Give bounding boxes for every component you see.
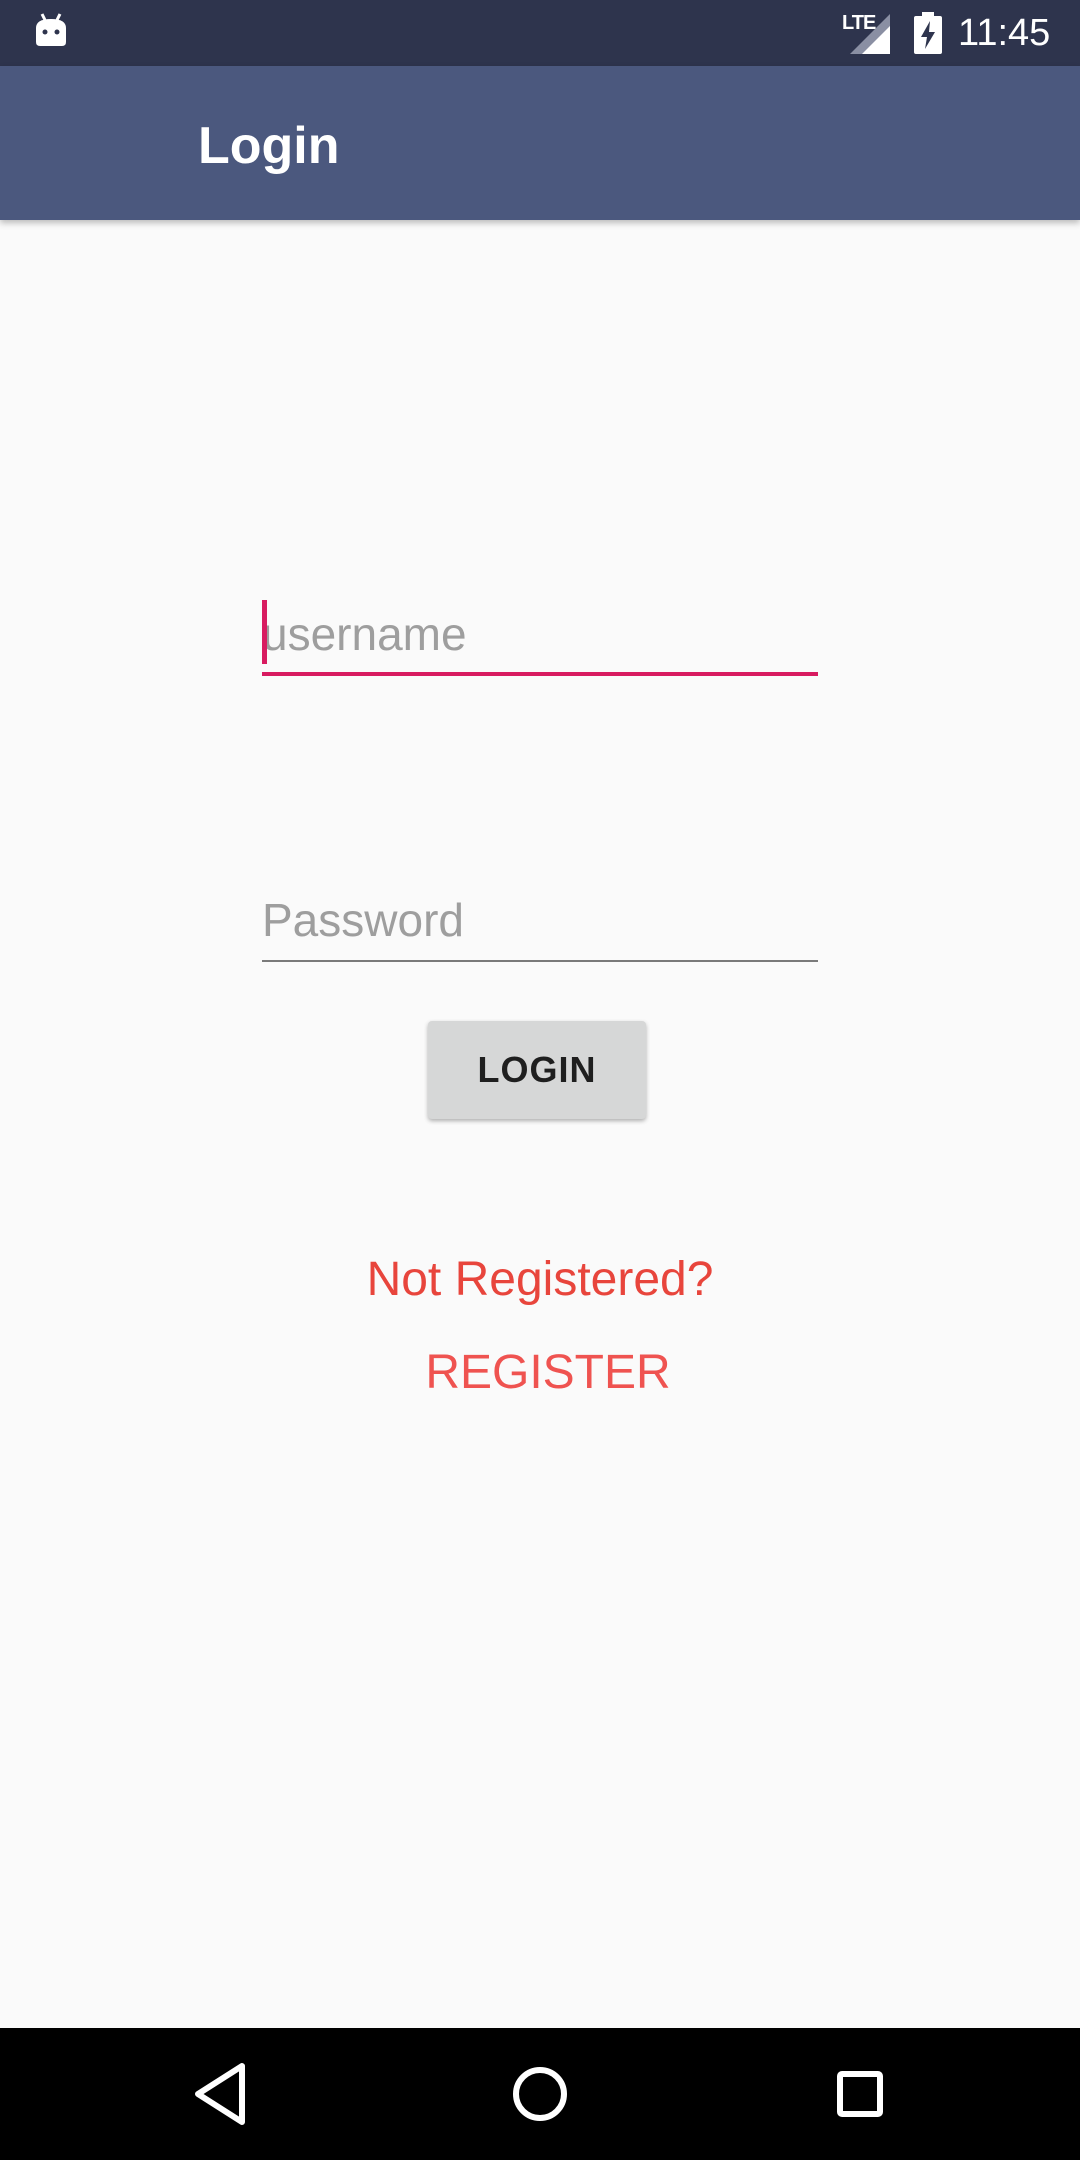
battery-charging-icon bbox=[914, 12, 942, 54]
signal-icon bbox=[848, 14, 890, 54]
android-icon bbox=[34, 12, 68, 50]
back-icon bbox=[195, 2063, 245, 2125]
login-button[interactable]: LOGIN bbox=[428, 1021, 646, 1119]
status-time: 11:45 bbox=[958, 12, 1051, 54]
navigation-bar bbox=[0, 2028, 1080, 2160]
username-underline bbox=[262, 672, 818, 676]
app-bar: Login bbox=[0, 66, 1080, 220]
back-button[interactable] bbox=[170, 2048, 270, 2140]
username-field-container bbox=[262, 598, 818, 678]
password-input[interactable] bbox=[262, 884, 818, 956]
register-link[interactable]: REGISTER bbox=[0, 1343, 1080, 1403]
text-cursor bbox=[262, 600, 267, 664]
recents-button[interactable] bbox=[810, 2048, 910, 2140]
not-registered-text: Not Registered? bbox=[366, 1253, 714, 1306]
recents-icon bbox=[837, 2071, 883, 2117]
home-icon bbox=[513, 2067, 567, 2121]
username-input[interactable] bbox=[262, 598, 818, 670]
password-field-container bbox=[262, 884, 818, 964]
password-underline bbox=[262, 960, 818, 962]
home-button[interactable] bbox=[490, 2048, 590, 2140]
page-title: Login bbox=[198, 117, 340, 175]
status-bar: LTE 11:45 bbox=[0, 0, 1080, 66]
